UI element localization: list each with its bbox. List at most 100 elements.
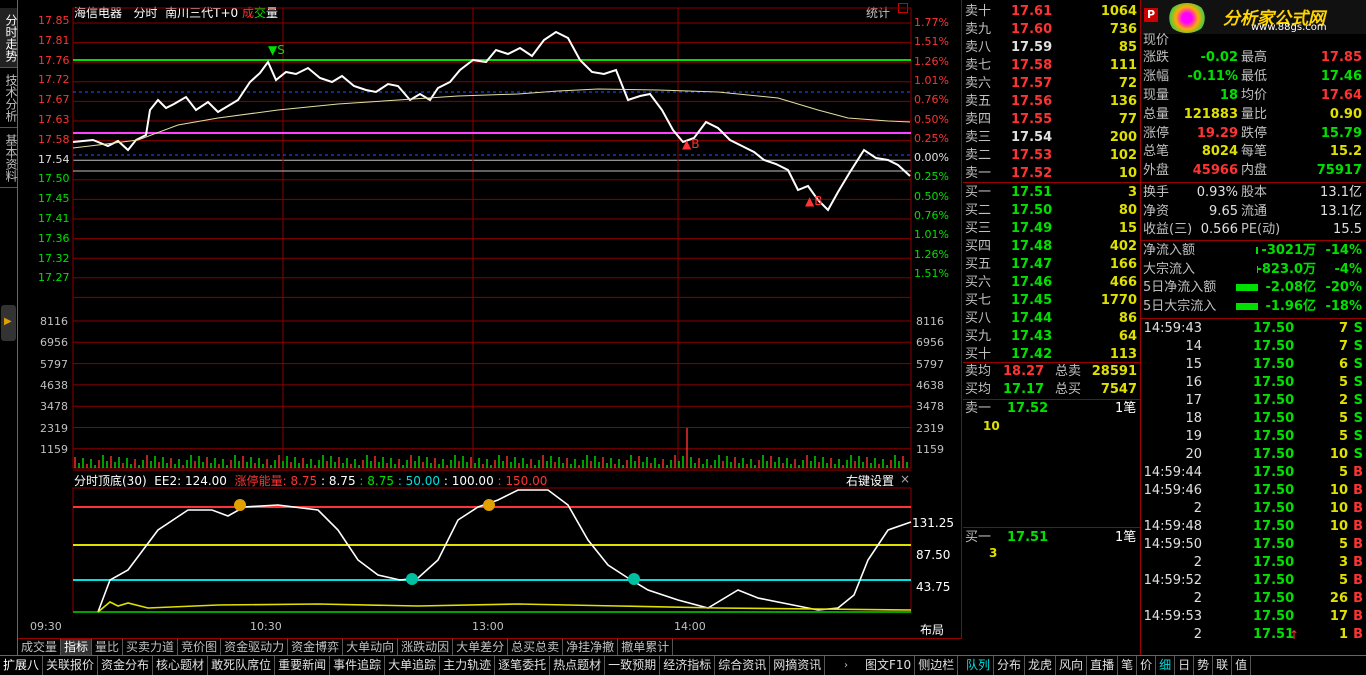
right-click-setting[interactable]: 右键设置 [846, 472, 894, 489]
sell-level-row[interactable]: 卖七 17.58 111 [963, 57, 1141, 75]
tick-volume: 5 [1338, 537, 1348, 552]
logo-badge: P [1144, 8, 1158, 22]
buy-level-row[interactable]: 买四 17.48 402 [963, 238, 1141, 256]
buy-level-row[interactable]: 买二 17.50 80 [963, 202, 1141, 220]
sell-level-row[interactable]: 卖二 17.53 102 [963, 147, 1141, 165]
sell-level-row[interactable]: 卖五 17.56 136 [963, 93, 1141, 111]
zt-v5: : 100.00 [443, 474, 494, 488]
toolbar-right-item[interactable]: 风向 [1056, 656, 1088, 675]
toolbar-item[interactable]: 敢死队席位 [208, 656, 276, 675]
tab-tech-analysis[interactable]: 技术分析 [0, 68, 18, 128]
tick-row: 19 17.50 5 S [1141, 428, 1366, 446]
toolbar-mid-item[interactable]: 图文F10 [862, 656, 916, 675]
indicator-tab[interactable]: 净挂净撤 [563, 639, 619, 655]
toolbar-right-item[interactable]: 笔 [1118, 656, 1138, 675]
toolbar-right-item[interactable]: 联 [1213, 656, 1233, 675]
layout-button[interactable]: 布局 [920, 621, 944, 638]
toolbar-item[interactable]: 关联报价 [43, 656, 99, 675]
time-tick: 14:00 [674, 620, 706, 633]
tab-fundamentals[interactable]: 基本资料 [0, 128, 18, 188]
toolbar-item[interactable]: 事件追踪 [330, 656, 386, 675]
toolbar-item[interactable]: 大单追踪 [385, 656, 441, 675]
sell-level-row[interactable]: 卖三 17.54 200 [963, 129, 1141, 147]
indicator-tab[interactable]: 资金驱动力 [221, 639, 289, 655]
sell-level-label: 卖四 [965, 112, 992, 127]
indicator-tab[interactable]: 成交量 [18, 639, 62, 655]
toolbar-right-item[interactable]: 日 [1175, 656, 1195, 675]
indicator-tab[interactable]: 大单动向 [343, 639, 399, 655]
share-stat-label-2: 股本 [1241, 185, 1268, 200]
sell-level-row[interactable]: 卖四 17.55 77 [963, 111, 1141, 129]
buy-level-row[interactable]: 买六 17.46 466 [963, 274, 1141, 292]
buy-level-row[interactable]: 买一 17.51 3 [963, 184, 1141, 202]
collapse-handle[interactable]: ▶ [1, 305, 16, 341]
buy-level-volume: 80 [1118, 203, 1137, 218]
stat-value: 19.29 [1196, 125, 1238, 141]
stat-value-2: 0.90 [1329, 106, 1362, 122]
toolbar-item[interactable]: 资金分布 [98, 656, 154, 675]
toolbar-mid-item[interactable]: 侧边栏 [915, 656, 959, 675]
price-tick: 17.63 [38, 113, 70, 126]
toolbar-right-item[interactable]: 队列 [963, 656, 995, 675]
scroll-arrows-icon[interactable]: › [844, 656, 858, 675]
sub-title[interactable]: 分时顶底(30) [74, 474, 147, 488]
sell-level-row[interactable]: 卖九 17.60 736 [963, 21, 1141, 39]
toolbar-item[interactable]: 综合资讯 [715, 656, 771, 675]
stat-value-2: 17.64 [1320, 87, 1362, 103]
toolbar-right-item[interactable]: 值 [1232, 656, 1252, 675]
indicator-tab[interactable]: 买卖力道 [123, 639, 179, 655]
toolbar-item[interactable]: 逐笔委托 [495, 656, 551, 675]
stock-stats-panel: P 分析家公式网 www.88gs.com 涨跌 -0.02 最高 17.85 涨幅 -0… [1141, 0, 1366, 655]
buy-level-row[interactable]: 买五 17.47 166 [963, 256, 1141, 274]
chart-frame [72, 7, 912, 469]
buy-level-row[interactable]: 买九 17.43 64 [963, 328, 1141, 346]
indicator-tab[interactable]: 指标 [61, 639, 93, 655]
toolbar-right-item[interactable]: 势 [1194, 656, 1214, 675]
toolbar-right-item[interactable]: 龙虎 [1025, 656, 1057, 675]
buy-level-price: 17.51 [1011, 185, 1053, 200]
tab-time-trend[interactable]: 分时走势 [0, 8, 18, 68]
tick-row: 14:59:53 17.50 17 B [1141, 608, 1366, 626]
indicator-tab[interactable]: 涨跌动因 [398, 639, 454, 655]
toolbar-item[interactable]: 核心题材 [153, 656, 209, 675]
toolbar-item[interactable]: 热点题材 [550, 656, 606, 675]
indicator-tab[interactable]: 总买总卖 [508, 639, 564, 655]
indicator-tab[interactable]: 资金博弈 [288, 639, 344, 655]
stat-row: 总笔 8024 每笔 15.2 [1141, 143, 1366, 161]
buy-level-row[interactable]: 买七 17.45 1770 [963, 292, 1141, 310]
sell-level-row[interactable]: 卖八 17.59 85 [963, 39, 1141, 57]
toolbar-item[interactable]: 主力轨迹 [440, 656, 496, 675]
buy1-queue-vol: 3 [989, 546, 998, 560]
tick-time: 19 [1185, 429, 1202, 444]
buy-level-row[interactable]: 买三 17.49 15 [963, 220, 1141, 238]
indicator-tab[interactable]: 量比 [92, 639, 124, 655]
sell-level-row[interactable]: 卖十 17.61 1064 [963, 3, 1141, 21]
indicator-tab[interactable]: 撤单累计 [618, 639, 674, 655]
sell-level-row[interactable]: 卖六 17.57 72 [963, 75, 1141, 93]
toolbar-item[interactable]: 重要新闻 [275, 656, 331, 675]
toolbar-right: 队列 分布 龙虎 风向 直播笔价细日势联值 [963, 656, 1252, 675]
indicator-tab[interactable]: 竞价图 [178, 639, 222, 655]
time-tick: 10:30 [250, 620, 282, 633]
tick-row: 14:59:44 17.50 5 B [1141, 464, 1366, 482]
sell-level-label: 卖三 [965, 130, 992, 145]
toolbar-item[interactable]: 网摘资讯 [770, 656, 826, 675]
indicator-tab[interactable]: 大单差分 [453, 639, 509, 655]
toolbar-right-item[interactable]: 分布 [994, 656, 1026, 675]
close-icon[interactable]: × [900, 472, 910, 486]
left-tab-bar: 分时走势 技术分析 基本资料 ▶ [0, 0, 18, 655]
tick-time: 14:59:44 [1143, 465, 1202, 480]
sell-level-row[interactable]: 卖一 17.52 10 [963, 165, 1141, 183]
toolbar-item[interactable]: 经济指标 [660, 656, 716, 675]
buy-level-row[interactable]: 买八 17.44 86 [963, 310, 1141, 328]
tick-side: B [1353, 465, 1363, 480]
tick-volume: 5 [1338, 375, 1348, 390]
stat-label-2: 量比 [1241, 106, 1268, 122]
toolbar-right-item[interactable]: 细 [1156, 656, 1176, 675]
tick-row: 20 17.50 10 S [1141, 446, 1366, 464]
toolbar-item[interactable]: 一致预期 [605, 656, 661, 675]
share-stat-value: 0.566 [1200, 222, 1238, 237]
toolbar-right-item[interactable]: 直播 [1087, 656, 1119, 675]
toolbar-right-item[interactable]: 价 [1137, 656, 1157, 675]
toolbar-item[interactable]: 扩展八 [0, 656, 44, 675]
